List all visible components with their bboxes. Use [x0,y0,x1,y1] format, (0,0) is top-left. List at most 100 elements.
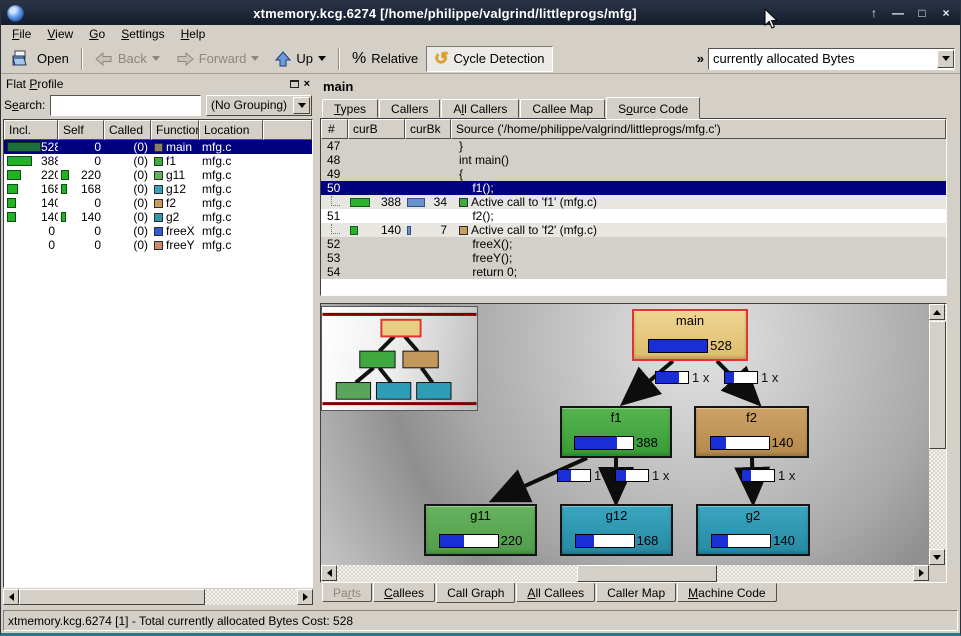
source-line[interactable]: 47} [321,139,946,153]
column-header-curbk[interactable]: curBk [405,119,451,139]
flat-profile-dock: Flat Profile × Search: (No Grouping) Inc… [1,74,315,607]
vertical-scrollbar[interactable] [929,304,946,565]
cycle-arrow-icon: ↺ [434,49,448,69]
graph-node-main[interactable]: main 528 [632,309,748,361]
column-header-curb[interactable]: curB [348,119,405,139]
table-row-freeY[interactable]: 0 0 (0) freeY mfg.c [4,238,312,252]
horizontal-scrollbar[interactable] [321,565,929,582]
source-line-selected[interactable]: 50 f1(); [321,181,946,195]
call-graph-overview-minimap[interactable] [321,306,478,411]
toolbar: Open Back Forward Up % Relative ↺ [1,44,960,74]
source-line[interactable]: 48int main() [321,153,946,167]
forward-button[interactable]: Forward [168,46,268,72]
scrollbar-thumb[interactable] [19,589,205,605]
function-color-icon [459,226,468,235]
application-window: xtmemory.kcg.6274 [/home/philippe/valgri… [0,0,961,636]
scroll-right-button[interactable] [913,565,929,581]
relative-toggle-button[interactable]: % Relative [344,46,426,72]
scroll-left-button[interactable] [321,565,337,581]
tab-types[interactable]: Types [322,99,378,118]
table-row-g2[interactable]: 140 140 (0) g2 mfg.c [4,210,312,224]
toolbar-separator [338,48,340,70]
menu-file[interactable]: File [4,26,39,43]
forward-dropdown-icon[interactable] [251,56,259,65]
table-row-main[interactable]: 528 0 (0) main mfg.c [4,140,312,154]
horizontal-splitter[interactable] [320,296,947,303]
toolbar-overflow-icon[interactable]: » [693,51,708,66]
shade-icon[interactable]: ↑ [866,6,882,20]
tab-call-graph[interactable]: Call Graph [436,581,515,603]
call-graph-viewport[interactable]: main 528 f1 388 f2 140 g11 220 [321,304,929,565]
dock-close-icon[interactable]: × [304,79,310,89]
tab-callee-map[interactable]: Callee Map [520,99,605,118]
close-icon[interactable]: × [938,6,954,20]
column-header-incl[interactable]: Incl. [4,120,58,140]
source-line[interactable]: 52 freeX(); [321,237,946,251]
tab-machine-code[interactable]: Machine Code [677,583,776,602]
back-button[interactable]: Back [87,46,168,72]
column-header-self[interactable]: Self [58,120,104,140]
scroll-down-button[interactable] [929,549,945,565]
source-line[interactable]: 54 return 0; [321,265,946,279]
open-folder-icon [12,50,32,67]
tab-callees[interactable]: Callees [373,583,435,602]
cost-bar [61,212,66,222]
table-row-g12[interactable]: 168 168 (0) g12 mfg.c [4,182,312,196]
cost-bar [710,436,770,450]
grouping-select[interactable]: (No Grouping) [206,95,312,116]
source-call-annotation[interactable]: 388 34 Active call to 'f1' (mfg.c) [321,195,946,209]
table-row-f1[interactable]: 388 0 (0) f1 mfg.c [4,154,312,168]
column-header-called[interactable]: Called [104,120,151,140]
menu-go[interactable]: Go [81,26,113,43]
scrollbar-thumb[interactable] [929,321,946,449]
back-dropdown-icon[interactable] [152,56,160,65]
graph-node-g2[interactable]: g2 140 [696,504,810,556]
scrollbar-thumb[interactable] [577,565,717,582]
graph-node-f2[interactable]: f2 140 [694,406,809,458]
cost-bar [7,170,21,180]
combo-dropdown-button[interactable] [937,50,954,68]
dock-float-icon[interactable] [290,80,299,88]
open-button[interactable]: Open [4,46,77,72]
source-call-annotation[interactable]: 140 7 Active call to 'f2' (mfg.c) [321,223,946,237]
tab-all-callees[interactable]: All Callees [516,583,595,602]
scroll-left-button[interactable] [3,589,19,605]
menu-help[interactable]: Help [173,26,214,43]
dock-header: Flat Profile × [3,75,313,92]
scroll-up-button[interactable] [929,304,945,320]
grouping-dropdown-button[interactable] [293,97,310,114]
source-line[interactable]: 53 freeY(); [321,251,946,265]
column-header-function[interactable]: Function [151,120,199,140]
table-row-freeX[interactable]: 0 0 (0) freeX mfg.c [4,224,312,238]
column-header-line[interactable]: # [321,119,348,139]
up-dropdown-icon[interactable] [318,56,326,65]
horizontal-scrollbar[interactable] [3,589,313,605]
cycle-detection-toggle-button[interactable]: ↺ Cycle Detection [426,46,552,72]
graph-node-g12[interactable]: g12 168 [560,504,673,556]
menu-view[interactable]: View [39,26,81,43]
tab-all-callers[interactable]: All Callers [441,99,519,118]
source-line[interactable]: 51 f2(); [321,209,946,223]
scroll-right-button[interactable] [297,589,313,605]
column-header-source[interactable]: Source ('/home/philippe/valgrind/littlep… [451,119,946,139]
up-button[interactable]: Up [267,46,334,72]
tab-source-code[interactable]: Source Code [606,97,700,119]
table-row-f2[interactable]: 140 0 (0) f2 mfg.c [4,196,312,210]
graph-node-g11[interactable]: g11 220 [424,504,537,556]
maximize-icon[interactable]: □ [914,6,930,20]
table-row-g11[interactable]: 220 220 (0) g11 mfg.c [4,168,312,182]
tab-caller-map[interactable]: Caller Map [596,583,676,602]
minimize-icon[interactable]: — [890,6,906,20]
bottom-tab-bar: Parts Callees Call Graph All Callees Cal… [320,583,947,607]
top-tab-bar: Types Callers All Callers Callee Map Sou… [320,96,947,118]
graph-node-f1[interactable]: f1 388 [560,406,672,458]
tab-parts[interactable]: Parts [322,583,372,602]
search-input[interactable] [50,95,201,116]
window-title: xtmemory.kcg.6274 [/home/philippe/valgri… [30,6,860,21]
menu-settings[interactable]: Settings [113,26,172,43]
status-bar: xtmemory.kcg.6274 [1] - Total currently … [1,607,960,633]
source-line[interactable]: 49{ [321,167,946,181]
column-header-location[interactable]: Location [199,120,263,140]
tab-callers[interactable]: Callers [379,99,440,118]
event-type-select[interactable]: currently allocated Bytes [708,48,955,70]
